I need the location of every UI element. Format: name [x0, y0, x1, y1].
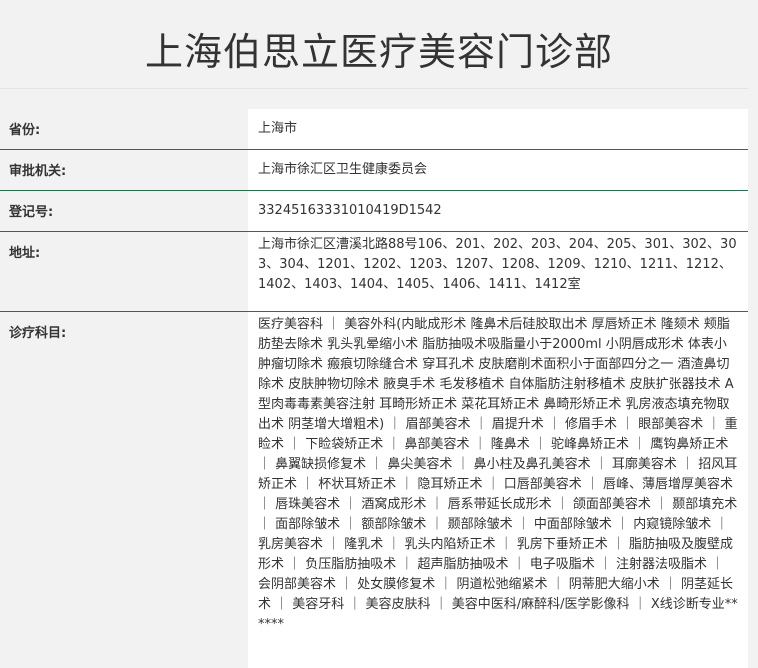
row-province: 省份: 上海市: [0, 109, 748, 150]
page-title: 上海伯思立医疗美容门诊部: [144, 30, 613, 74]
approval-authority-value: 上海市徐汇区卫生健康委员会: [248, 150, 748, 190]
approval-authority-label: 审批机关:: [9, 164, 67, 179]
row-departments: 诊疗科目: 医疗美容科 ｜ 美容外科(内眦成形术 隆鼻术后硅胶取出术 厚唇矫正术…: [0, 312, 748, 668]
province-label: 省份:: [9, 123, 41, 138]
registration-number-value: 33245163331010419D1542: [248, 191, 748, 231]
registration-number-label: 登记号:: [9, 205, 54, 220]
page: 上海伯思立医疗美容门诊部 省份: 上海市 审批机关: 上海市徐汇区卫生健康委员会…: [0, 0, 758, 668]
province-value: 上海市: [248, 109, 748, 149]
info-table: 省份: 上海市 审批机关: 上海市徐汇区卫生健康委员会 登记号: 3324516…: [0, 109, 748, 668]
row-registration-number: 登记号: 33245163331010419D1542: [0, 191, 748, 232]
address-value: 上海市徐汇区漕溪北路88号106、201、202、203、204、205、301…: [248, 232, 748, 311]
departments-value: 医疗美容科 ｜ 美容外科(内眦成形术 隆鼻术后硅胶取出术 厚唇矫正术 隆颏术 颊…: [248, 312, 748, 668]
row-approval-authority: 审批机关: 上海市徐汇区卫生健康委员会: [0, 150, 748, 191]
address-label: 地址:: [9, 246, 41, 261]
departments-label: 诊疗科目:: [9, 326, 67, 341]
row-address: 地址: 上海市徐汇区漕溪北路88号106、201、202、203、204、205…: [0, 232, 748, 312]
title-divider: [0, 88, 748, 89]
